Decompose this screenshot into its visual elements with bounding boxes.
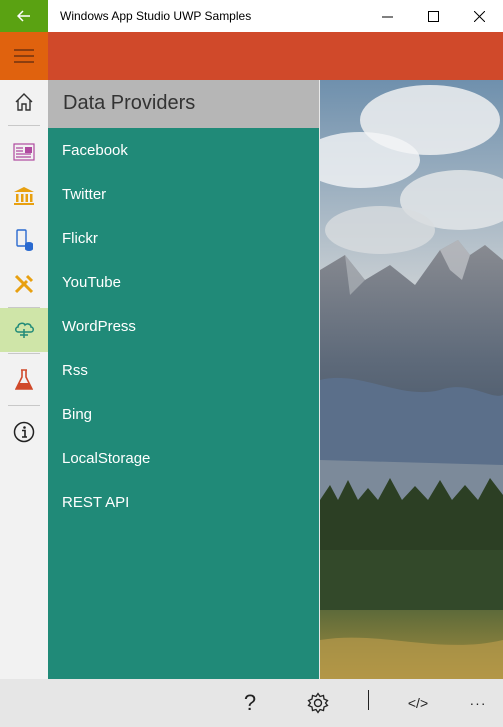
back-button[interactable] [0,0,48,32]
info-icon [13,421,35,443]
close-button[interactable] [456,0,502,32]
home-icon [15,93,33,111]
rail-divider [8,405,40,406]
window-title: Windows App Studio UWP Samples [60,9,252,23]
nav-data-providers[interactable] [0,308,48,352]
more-button[interactable]: ··· [458,679,498,727]
title-bar: Windows App Studio UWP Samples [0,0,503,32]
view-code-button[interactable]: </> [396,679,440,727]
tools-icon [14,274,34,294]
panel-title: Data Providers [63,92,196,114]
minimize-button[interactable] [364,0,410,32]
hamburger-menu-button[interactable] [0,32,48,80]
hamburger-icon [14,49,34,63]
cloud-data-icon [15,322,34,338]
help-button[interactable]: ? [228,679,272,727]
appbar-separator [368,690,369,710]
bank-icon [14,187,34,205]
nav-home[interactable] [0,80,48,124]
nav-device[interactable] [0,218,48,262]
list-item-flickr[interactable]: Flickr [62,217,98,261]
app-header [0,32,503,80]
list-item-twitter[interactable]: Twitter [62,173,106,217]
panel-header: Data Providers [48,80,319,128]
navigation-rail [0,80,48,679]
list-item-rest-api[interactable]: REST API [62,481,129,525]
list-item-youtube[interactable]: YouTube [62,261,121,305]
list-item-localstorage[interactable]: LocalStorage [62,437,150,481]
maximize-icon [427,10,439,22]
bottom-app-bar: ? </> ··· [0,679,503,727]
list-item-wordpress[interactable]: WordPress [62,305,136,349]
background-landscape-image [320,80,503,679]
rail-divider [8,353,40,354]
nav-layouts[interactable] [0,130,48,174]
layout-icon [13,143,35,161]
close-icon [473,10,485,22]
nav-controls[interactable] [0,174,48,218]
nav-about[interactable] [0,410,48,454]
list-item-rss[interactable]: Rss [62,349,88,393]
maximize-button[interactable] [410,0,456,32]
list-item-facebook[interactable]: Facebook [62,129,128,173]
rail-divider [8,125,40,126]
settings-button[interactable] [296,679,340,727]
device-storage-icon [16,229,33,251]
gear-icon [307,692,329,714]
minimize-icon [381,16,393,17]
flask-icon [15,369,33,390]
back-arrow-icon [17,10,30,22]
list-item-bing[interactable]: Bing [62,393,92,437]
nav-experimental[interactable] [0,358,48,402]
nav-tools[interactable] [0,262,48,306]
